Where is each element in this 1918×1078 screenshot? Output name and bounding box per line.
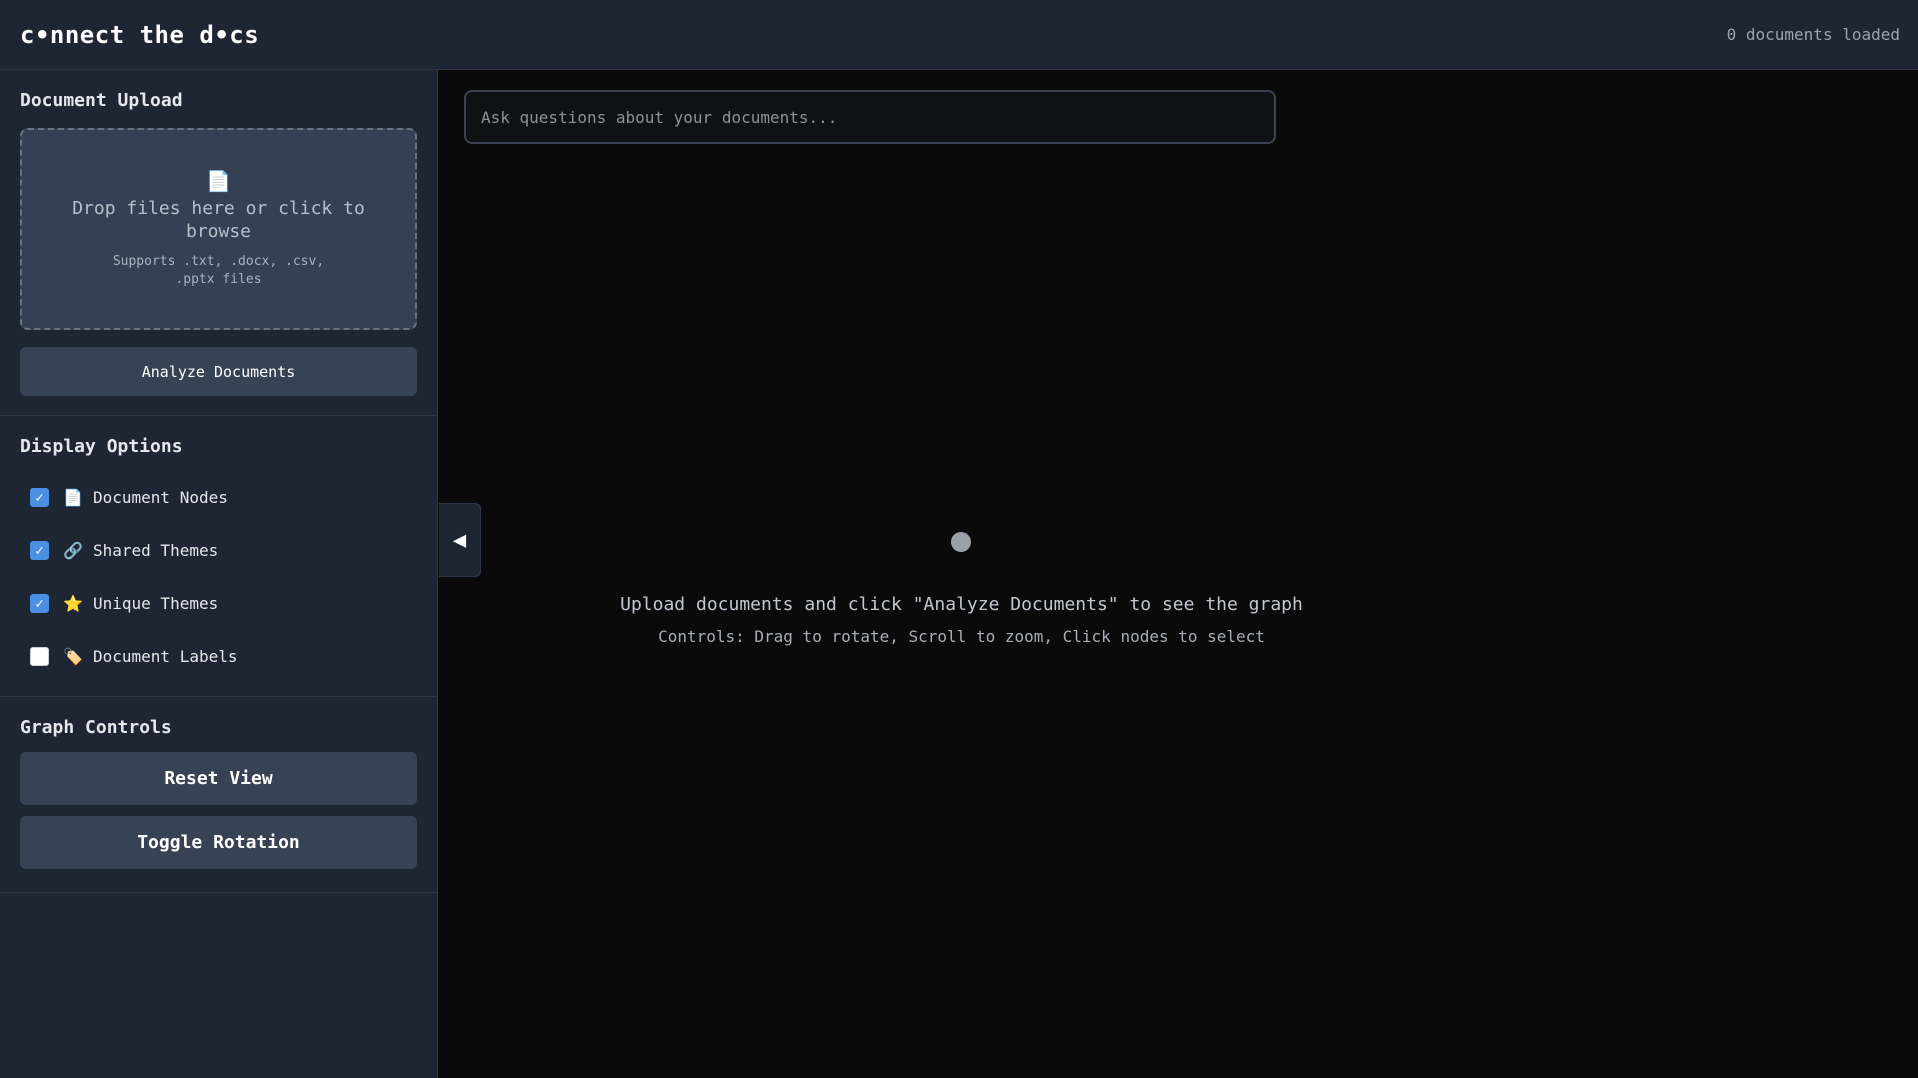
display-options-section: Display Options ✓ 📄 Document Nodes ✓ 🔗 Shared… (0, 416, 437, 697)
document-question-input[interactable] (464, 90, 1276, 144)
sidebar: Document Upload 📄 Drop files here or cli… (0, 70, 438, 1078)
display-options-title: Display Options (20, 436, 183, 457)
collapse-sidebar-button[interactable]: ◀ (439, 503, 481, 577)
app-logo: c•nnect the d•cs (20, 20, 260, 49)
display-option-shared-themes[interactable]: ✓ 🔗 Shared Themes (20, 524, 417, 577)
reset-view-button[interactable]: Reset View (20, 752, 417, 805)
link-icon: 🔗 (63, 541, 83, 560)
checkbox[interactable]: ✓ (30, 594, 49, 613)
checkbox[interactable] (30, 647, 49, 666)
file-icon: 📄 (206, 169, 231, 193)
toggle-rotation-button[interactable]: Toggle Rotation (20, 816, 417, 869)
tag-icon: 🏷️ (63, 647, 83, 666)
checkmark-icon: ✓ (35, 595, 44, 612)
display-option-document-nodes[interactable]: ✓ 📄 Document Nodes (20, 471, 417, 524)
display-option-label: Document Nodes (93, 488, 228, 507)
dropzone-supported-types: Supports .txt, .docx, .csv, .pptx files (112, 254, 325, 287)
dropzone-main-text: Drop files here or click to browse (72, 198, 365, 242)
graph-controls-title: Graph Controls (20, 717, 172, 738)
file-dropzone[interactable]: 📄 Drop files here or click to browse Sup… (20, 128, 417, 330)
chevron-left-icon: ◀ (452, 527, 467, 553)
analyze-documents-button[interactable]: Analyze Documents (20, 347, 417, 396)
display-option-label: Shared Themes (93, 541, 219, 560)
display-option-unique-themes[interactable]: ✓ ⭐ Unique Themes (20, 577, 417, 630)
checkbox[interactable]: ✓ (30, 488, 49, 507)
checkbox[interactable]: ✓ (30, 541, 49, 560)
display-option-label: Document Labels (93, 647, 238, 666)
graph-placeholder-node (951, 532, 971, 552)
star-icon: ⭐ (63, 594, 83, 613)
display-option-document-labels[interactable]: 🏷️ Document Labels (20, 630, 417, 683)
document-icon: 📄 (63, 488, 83, 507)
checkmark-icon: ✓ (35, 489, 44, 506)
checkmark-icon: ✓ (35, 542, 44, 559)
display-options-list: ✓ 📄 Document Nodes ✓ 🔗 Shared Themes ✓ ⭐ Unique … (20, 471, 417, 683)
document-upload-section: Document Upload 📄 Drop files here or cli… (0, 70, 437, 416)
document-upload-title: Document Upload (20, 90, 183, 111)
display-option-label: Unique Themes (93, 594, 219, 613)
graph-controls-section: Graph Controls Reset View Toggle Rotatio… (0, 697, 437, 893)
app-header: c•nnect the d•cs 0 documents loaded (0, 0, 1918, 70)
graph-canvas[interactable]: ◀ Upload documents and click "Analyze Do… (439, 70, 1918, 1078)
documents-loaded-count: 0 documents loaded (1726, 25, 1900, 44)
empty-state-message: Upload documents and click "Analyze Docu… (620, 594, 1303, 615)
empty-state-controls-hint: Controls: Drag to rotate, Scroll to zoom… (658, 627, 1265, 646)
